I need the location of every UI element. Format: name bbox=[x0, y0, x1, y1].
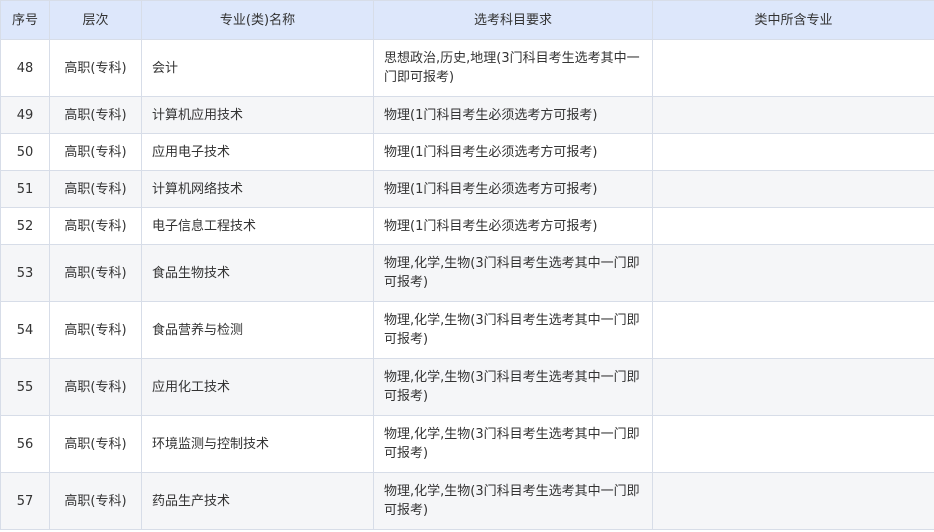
cell-level: 高职(专科) bbox=[49, 472, 142, 530]
cell-seq: 50 bbox=[0, 133, 50, 171]
cell-seq: 57 bbox=[0, 472, 50, 530]
cell-requirement: 物理,化学,生物(3门科目考生选考其中一门即可报考) bbox=[373, 301, 653, 359]
cell-seq: 56 bbox=[0, 415, 50, 473]
cell-requirement: 思想政治,历史,地理(3门科目考生选考其中一门即可报考) bbox=[373, 39, 653, 97]
cell-sub-majors bbox=[652, 358, 934, 416]
cell-requirement: 物理,化学,生物(3门科目考生选考其中一门即可报考) bbox=[373, 244, 653, 302]
table-row: 56 高职(专科) 环境监测与控制技术 物理,化学,生物(3门科目考生选考其中一… bbox=[0, 415, 934, 473]
cell-level: 高职(专科) bbox=[49, 358, 142, 416]
cell-requirement: 物理(1门科目考生必须选考方可报考) bbox=[373, 96, 653, 134]
cell-seq: 51 bbox=[0, 170, 50, 208]
table-row: 51 高职(专科) 计算机网络技术 物理(1门科目考生必须选考方可报考) bbox=[0, 170, 934, 208]
cell-level: 高职(专科) bbox=[49, 133, 142, 171]
table-body: 48 高职(专科) 会计 思想政治,历史,地理(3门科目考生选考其中一门即可报考… bbox=[0, 39, 934, 530]
cell-name: 食品营养与检测 bbox=[141, 301, 374, 359]
header-name: 专业(类)名称 bbox=[141, 0, 374, 40]
cell-sub-majors bbox=[652, 244, 934, 302]
header-level: 层次 bbox=[49, 0, 142, 40]
cell-requirement: 物理(1门科目考生必须选考方可报考) bbox=[373, 133, 653, 171]
cell-level: 高职(专科) bbox=[49, 170, 142, 208]
header-seq: 序号 bbox=[0, 0, 50, 40]
cell-level: 高职(专科) bbox=[49, 301, 142, 359]
cell-name: 计算机应用技术 bbox=[141, 96, 374, 134]
cell-name: 会计 bbox=[141, 39, 374, 97]
cell-sub-majors bbox=[652, 133, 934, 171]
table-row: 50 高职(专科) 应用电子技术 物理(1门科目考生必须选考方可报考) bbox=[0, 133, 934, 171]
cell-level: 高职(专科) bbox=[49, 39, 142, 97]
cell-level: 高职(专科) bbox=[49, 415, 142, 473]
cell-seq: 55 bbox=[0, 358, 50, 416]
header-row: 序号 层次 专业(类)名称 选考科目要求 类中所含专业 bbox=[0, 0, 934, 40]
majors-table: 序号 层次 专业(类)名称 选考科目要求 类中所含专业 48 高职(专科) 会计… bbox=[0, 0, 934, 530]
cell-name: 环境监测与控制技术 bbox=[141, 415, 374, 473]
cell-sub-majors bbox=[652, 170, 934, 208]
cell-sub-majors bbox=[652, 207, 934, 245]
cell-requirement: 物理,化学,生物(3门科目考生选考其中一门即可报考) bbox=[373, 358, 653, 416]
header-sub-majors: 类中所含专业 bbox=[652, 0, 934, 40]
cell-name: 应用电子技术 bbox=[141, 133, 374, 171]
header-requirement: 选考科目要求 bbox=[373, 0, 653, 40]
cell-name: 计算机网络技术 bbox=[141, 170, 374, 208]
table-row: 55 高职(专科) 应用化工技术 物理,化学,生物(3门科目考生选考其中一门即可… bbox=[0, 358, 934, 416]
table-row: 53 高职(专科) 食品生物技术 物理,化学,生物(3门科目考生选考其中一门即可… bbox=[0, 244, 934, 302]
cell-seq: 52 bbox=[0, 207, 50, 245]
cell-name: 应用化工技术 bbox=[141, 358, 374, 416]
cell-requirement: 物理,化学,生物(3门科目考生选考其中一门即可报考) bbox=[373, 472, 653, 530]
cell-name: 食品生物技术 bbox=[141, 244, 374, 302]
cell-sub-majors bbox=[652, 301, 934, 359]
table-row: 49 高职(专科) 计算机应用技术 物理(1门科目考生必须选考方可报考) bbox=[0, 96, 934, 134]
table-row: 48 高职(专科) 会计 思想政治,历史,地理(3门科目考生选考其中一门即可报考… bbox=[0, 39, 934, 97]
table-row: 54 高职(专科) 食品营养与检测 物理,化学,生物(3门科目考生选考其中一门即… bbox=[0, 301, 934, 359]
cell-sub-majors bbox=[652, 472, 934, 530]
cell-requirement: 物理(1门科目考生必须选考方可报考) bbox=[373, 170, 653, 208]
cell-sub-majors bbox=[652, 415, 934, 473]
cell-seq: 48 bbox=[0, 39, 50, 97]
cell-level: 高职(专科) bbox=[49, 207, 142, 245]
cell-level: 高职(专科) bbox=[49, 244, 142, 302]
cell-level: 高职(专科) bbox=[49, 96, 142, 134]
cell-seq: 54 bbox=[0, 301, 50, 359]
cell-sub-majors bbox=[652, 39, 934, 97]
cell-sub-majors bbox=[652, 96, 934, 134]
table-row: 57 高职(专科) 药品生产技术 物理,化学,生物(3门科目考生选考其中一门即可… bbox=[0, 472, 934, 530]
cell-requirement: 物理(1门科目考生必须选考方可报考) bbox=[373, 207, 653, 245]
cell-name: 药品生产技术 bbox=[141, 472, 374, 530]
table-row: 52 高职(专科) 电子信息工程技术 物理(1门科目考生必须选考方可报考) bbox=[0, 207, 934, 245]
cell-seq: 53 bbox=[0, 244, 50, 302]
table-header: 序号 层次 专业(类)名称 选考科目要求 类中所含专业 bbox=[0, 0, 934, 40]
cell-seq: 49 bbox=[0, 96, 50, 134]
cell-requirement: 物理,化学,生物(3门科目考生选考其中一门即可报考) bbox=[373, 415, 653, 473]
cell-name: 电子信息工程技术 bbox=[141, 207, 374, 245]
